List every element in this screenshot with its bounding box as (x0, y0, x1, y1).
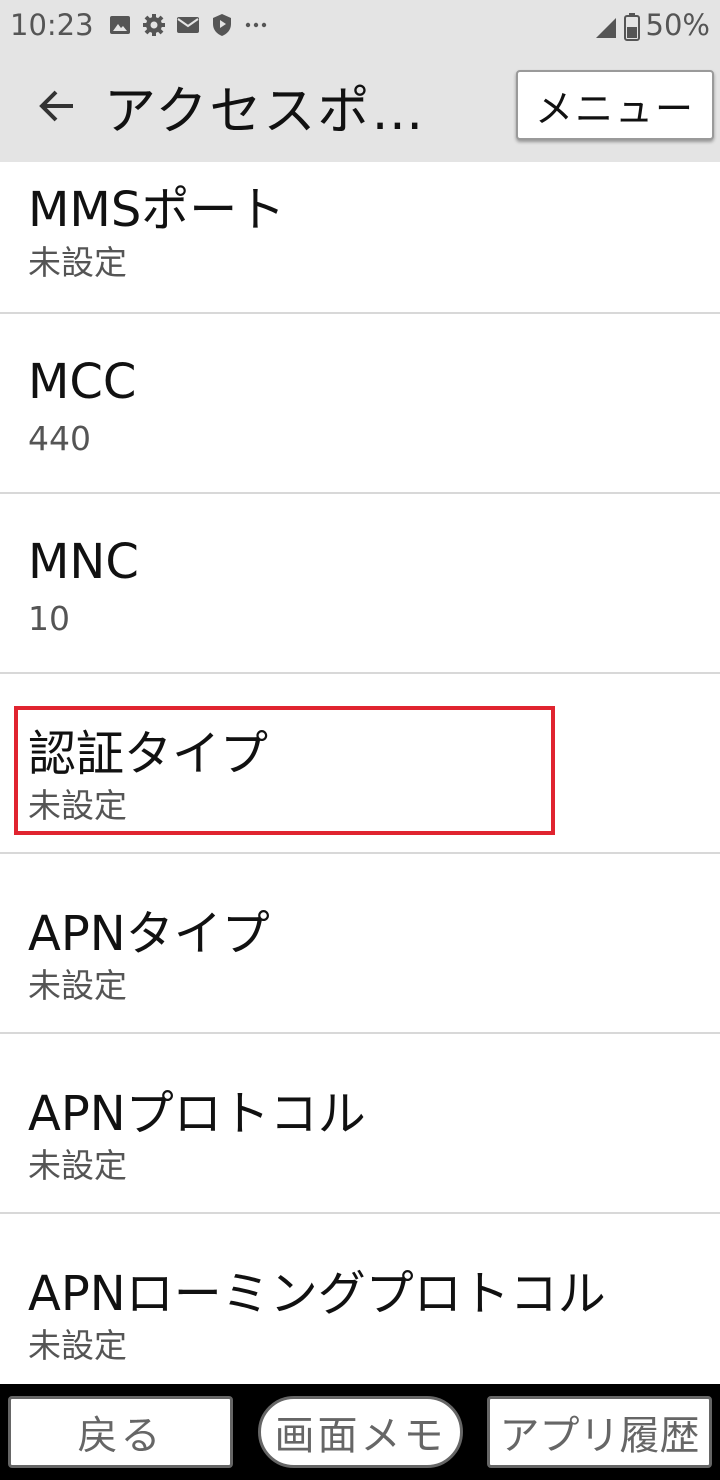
list-item-apn-type[interactable]: APNタイプ 未設定 (0, 854, 720, 1034)
status-bar: 10:23 50% (0, 0, 720, 50)
battery-percent: 50% (645, 8, 710, 42)
item-value: 未設定 (28, 1146, 127, 1185)
battery-icon (623, 13, 640, 41)
item-value: 10 (28, 599, 70, 638)
app-toolbar: アクセスポイ… メニュー (0, 50, 720, 162)
item-title: APNプロトコル (28, 1086, 366, 1142)
image-icon (108, 13, 132, 37)
status-notification-icons (108, 13, 268, 37)
list-item-mcc[interactable]: MCC 440 (0, 314, 720, 494)
item-value: 未設定 (28, 1326, 127, 1365)
gear-icon (142, 13, 166, 37)
item-title: APNローミングプロトコル (28, 1266, 606, 1322)
mail-icon (176, 13, 200, 37)
signal-icon (594, 13, 618, 38)
item-title: MMSポート (28, 182, 286, 238)
shield-icon (210, 13, 234, 37)
list-item-mms-port[interactable]: MMSポート 未設定 (0, 162, 720, 314)
arrow-left-icon (39, 90, 73, 122)
list-item-apn-protocol[interactable]: APNプロトコル 未設定 (0, 1034, 720, 1214)
menu-button[interactable]: メニュー (516, 70, 714, 140)
status-system-icons: 50% (594, 8, 710, 42)
item-title: MCC (28, 354, 137, 410)
nav-screen-memo-button[interactable]: 画面メモ (258, 1396, 463, 1468)
list-item-mnc[interactable]: MNC 10 (0, 494, 720, 674)
list-item-apn-roaming-protocol[interactable]: APNローミングプロトコル 未設定 (0, 1214, 720, 1384)
nav-back-button[interactable]: 戻る (8, 1396, 233, 1468)
item-title: APNタイプ (28, 906, 270, 962)
highlight-box (14, 706, 555, 835)
bottom-nav-bar: 戻る 画面メモ アプリ履歴 (0, 1384, 720, 1480)
status-time: 10:23 (10, 8, 94, 42)
page-title: アクセスポイ… (104, 81, 474, 142)
item-value: 440 (28, 419, 91, 458)
item-title: MNC (28, 534, 139, 590)
item-value: 未設定 (28, 966, 127, 1005)
apn-settings-list: MMSポート 未設定 MCC 440 MNC 10 認証タイプ 未設定 APNタ… (0, 162, 720, 1384)
list-item-auth-type[interactable]: 認証タイプ 未設定 (0, 674, 720, 854)
item-value: 未設定 (28, 243, 127, 282)
nav-app-history-button[interactable]: アプリ履歴 (487, 1396, 712, 1468)
back-arrow-button[interactable] (22, 71, 92, 141)
more-icon (244, 13, 268, 37)
